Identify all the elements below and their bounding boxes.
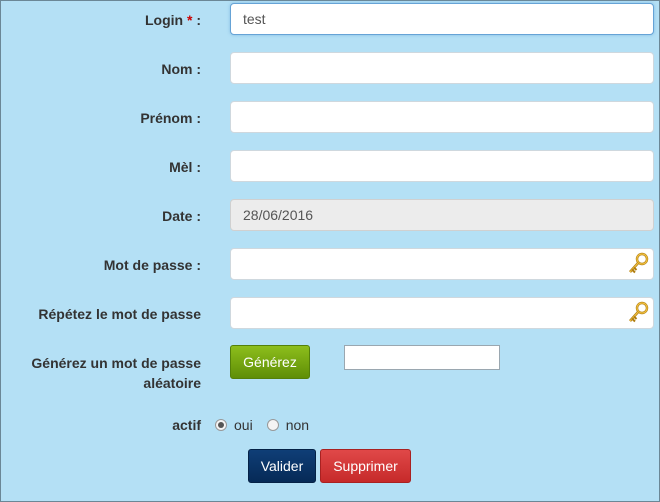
radio-oui-label[interactable]: oui: [234, 417, 253, 433]
repeat-password-input[interactable]: [230, 297, 654, 329]
generated-password-input[interactable]: [344, 345, 500, 370]
nom-input[interactable]: [230, 52, 654, 84]
generate-label: Générez un mot de passe aléatoire: [31, 353, 201, 393]
radio-oui[interactable]: [215, 419, 227, 431]
mel-label: Mèl :: [169, 159, 201, 175]
delete-button[interactable]: Supprimer: [320, 449, 411, 483]
login-label-text: Login: [144, 12, 184, 28]
date-input: 28/06/2016: [230, 199, 654, 231]
generate-button[interactable]: Générez: [230, 345, 310, 379]
generate-label-line1: Générez un mot de passe: [31, 355, 201, 371]
prenom-label: Prénom :: [140, 110, 201, 126]
date-value: 28/06/2016: [243, 207, 314, 223]
password-input[interactable]: [230, 248, 654, 280]
actif-label: actif: [172, 417, 201, 433]
date-label: Date :: [162, 208, 201, 224]
nom-label: Nom :: [161, 61, 201, 77]
key-icon[interactable]: [627, 301, 649, 325]
radio-non[interactable]: [266, 419, 279, 431]
prenom-input[interactable]: [230, 101, 654, 133]
repeat-password-label: Répétez le mot de passe: [38, 306, 201, 322]
login-value: test: [243, 11, 266, 27]
radio-selected-dot: [218, 422, 224, 428]
login-input[interactable]: test: [230, 3, 654, 35]
password-label: Mot de passe :: [103, 257, 201, 273]
login-label-suffix: :: [192, 12, 201, 28]
key-icon[interactable]: [627, 252, 649, 276]
actif-radio-group: oui non: [215, 415, 323, 435]
validate-button[interactable]: Valider: [248, 449, 316, 483]
radio-non-label[interactable]: non: [286, 417, 309, 433]
generate-label-line2: aléatoire: [143, 375, 201, 391]
mel-input[interactable]: [230, 150, 654, 182]
login-label: Login * :: [145, 10, 201, 30]
user-form: Login * : test Nom : Prénom : Mèl : Date…: [0, 0, 660, 502]
